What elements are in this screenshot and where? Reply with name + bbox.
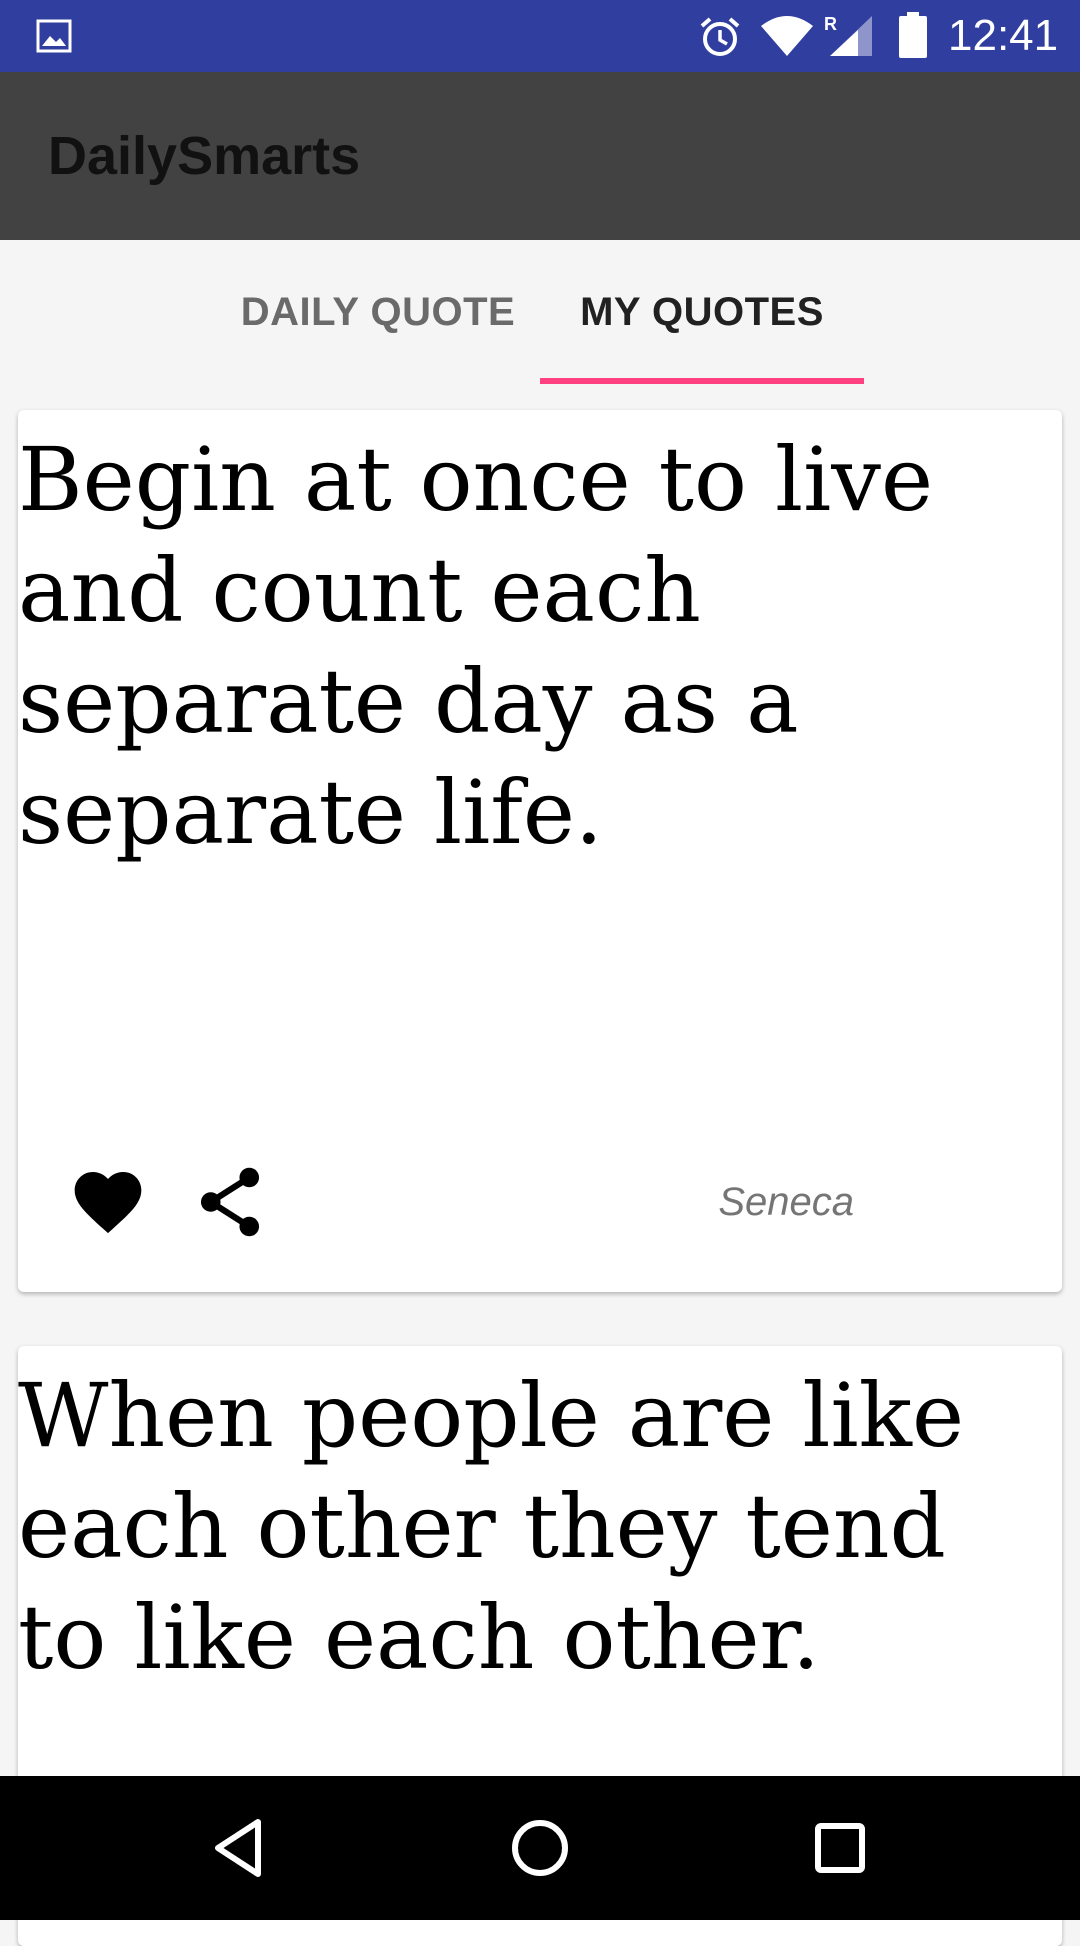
quote-card: Begin at once to live and count each sep… [18,410,1062,1292]
wifi-icon [761,16,813,56]
signal-roaming-icon: R [824,14,872,56]
quote-text: When people are like each other they ten… [18,1364,965,1689]
quote-author: Seneca [718,1180,854,1224]
home-icon[interactable] [500,1808,580,1888]
tab-my-quotes[interactable]: MY QUOTES [540,240,864,384]
quote-card-actions: Seneca [18,1142,1062,1292]
share-icon[interactable] [188,1160,272,1244]
alarm-icon [700,17,740,56]
heart-icon[interactable] [68,1162,148,1242]
recents-icon[interactable] [800,1808,880,1888]
app-title: DailySmarts [48,126,361,186]
roaming-indicator: R [824,14,837,34]
status-bar: R 12:41 [0,0,1080,72]
gallery-icon [36,19,72,53]
back-icon[interactable] [200,1808,280,1888]
tab-bar: DAILY QUOTE MY QUOTES [0,240,1080,384]
battery-icon [899,12,927,58]
tab-indicator [540,378,864,384]
navigation-bar [0,1776,1080,1920]
tab-daily-quote[interactable]: DAILY QUOTE [216,240,540,384]
status-clock: 12:41 [948,11,1059,60]
app-bar: DailySmarts [0,72,1080,240]
quote-text: Begin at once to live and count each sep… [18,428,934,864]
